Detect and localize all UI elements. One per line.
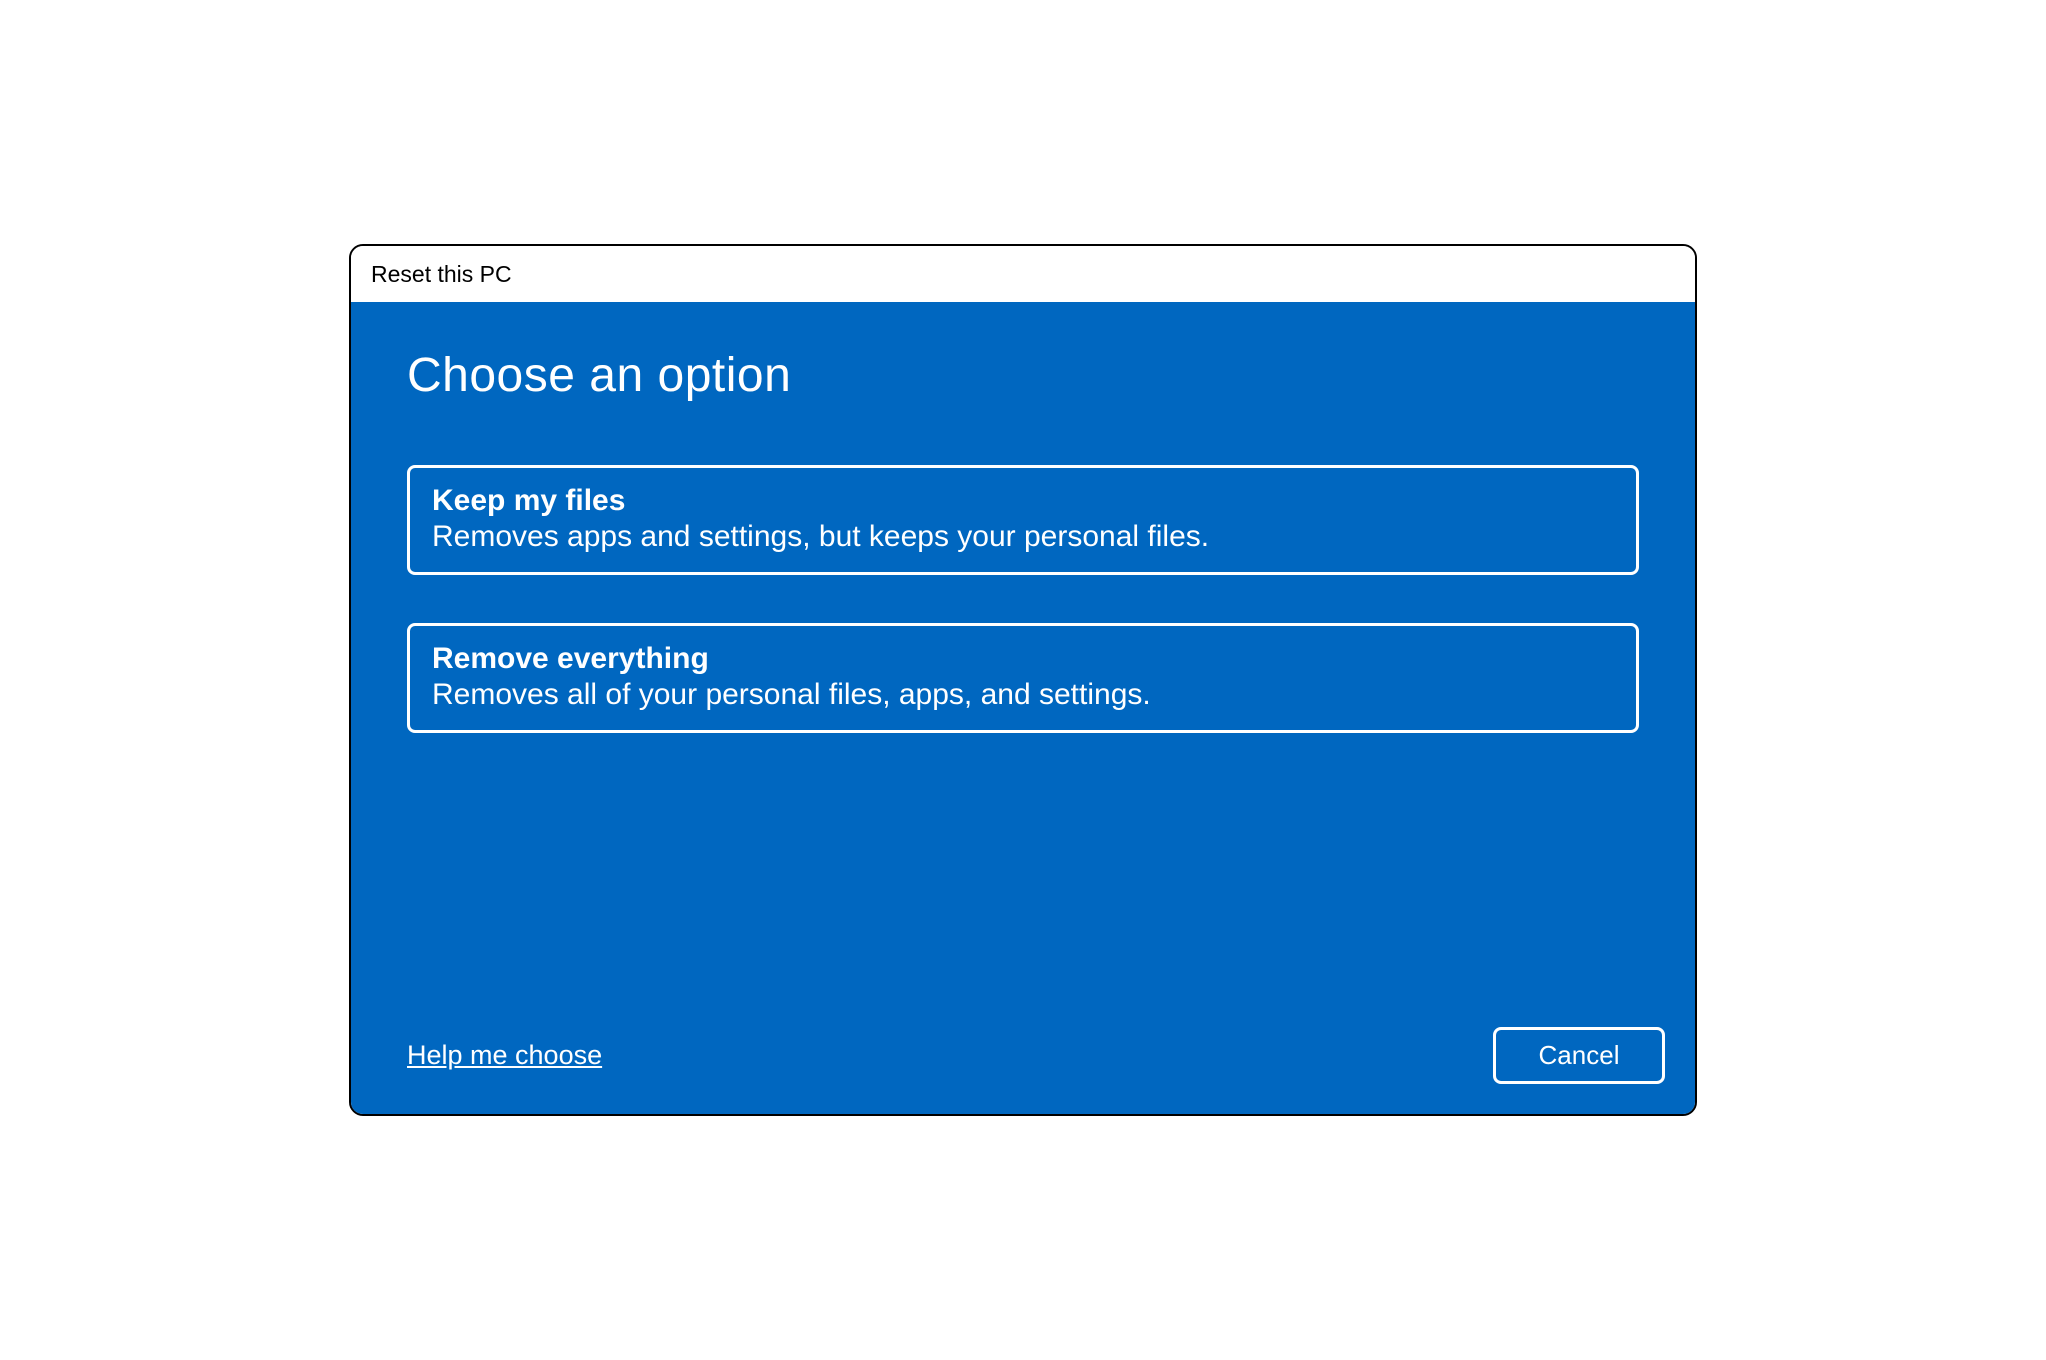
option-keep-my-files[interactable]: Keep my files Removes apps and settings,…	[407, 465, 1639, 575]
window-title: Reset this PC	[371, 261, 512, 288]
option-description: Removes apps and settings, but keeps you…	[432, 520, 1614, 554]
titlebar: Reset this PC	[351, 246, 1695, 302]
page-heading: Choose an option	[407, 348, 1639, 403]
option-title: Remove everything	[432, 642, 1614, 676]
content-area: Choose an option Keep my files Removes a…	[351, 302, 1695, 1114]
option-title: Keep my files	[432, 484, 1614, 518]
option-remove-everything[interactable]: Remove everything Removes all of your pe…	[407, 623, 1639, 733]
reset-pc-window: Reset this PC Choose an option Keep my f…	[349, 244, 1697, 1116]
footer: Help me choose Cancel	[407, 1027, 1665, 1084]
option-description: Removes all of your personal files, apps…	[432, 678, 1614, 712]
help-me-choose-link[interactable]: Help me choose	[407, 1040, 602, 1071]
cancel-button[interactable]: Cancel	[1493, 1027, 1665, 1084]
